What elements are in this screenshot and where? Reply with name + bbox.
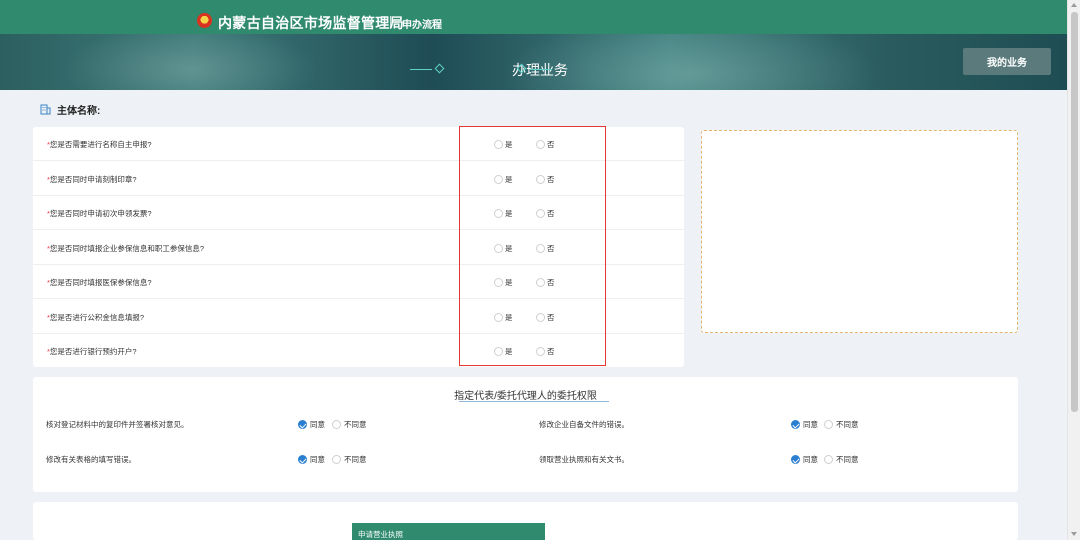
agree-label: 同意	[803, 455, 818, 464]
apply-license-tab[interactable]: 申请营业执照	[352, 523, 545, 540]
radio-disagree[interactable]	[824, 420, 833, 429]
agree-label: 同意	[310, 420, 325, 429]
agree-label: 同意	[310, 455, 325, 464]
scroll-up-icon[interactable]	[1071, 3, 1077, 7]
subject-name-label: 主体名称:	[57, 106, 101, 117]
nav-link-process[interactable]: 申办流程	[402, 16, 442, 31]
scroll-down-icon[interactable]	[1071, 532, 1077, 536]
banner: 办理业务	[0, 34, 1080, 90]
question-text: *您是否需要进行名称自主申报?	[47, 140, 152, 149]
question-text: *您是否同时填报企业参保信息和职工参保信息?	[47, 243, 205, 253]
scrollbar-thumb[interactable]	[1071, 12, 1078, 412]
authorization-panel: 指定代表/委托代理人的委托权限 核对登记材料中的复印件并签署核对意见。 同意 不…	[33, 377, 1018, 492]
radio-agree-checked[interactable]	[791, 455, 800, 464]
radio-agree-checked[interactable]	[298, 455, 307, 464]
authorization-title: 指定代表/委托代理人的委托权限	[454, 391, 597, 402]
banner-line-right	[530, 69, 552, 70]
disagree-label: 不同意	[836, 420, 859, 429]
question-text: *您是否同时申请初次申领发票?	[47, 209, 152, 218]
question-text: *您是否同时填报医保参保信息?	[47, 278, 152, 287]
highlight-box	[459, 126, 606, 366]
radio-agree-checked[interactable]	[298, 420, 307, 429]
page-scrollbar[interactable]	[1067, 0, 1080, 540]
question-text: *您是否同时申请刻制印章?	[47, 174, 137, 184]
header-divider	[390, 16, 391, 27]
authorization-item-text: 领取营业执照和有关文书。	[539, 455, 629, 464]
radio-disagree[interactable]	[824, 455, 833, 464]
subject-name-row: 主体名称:	[40, 102, 100, 117]
radio-agree-checked[interactable]	[791, 420, 800, 429]
page-title: 办理业务	[512, 62, 568, 78]
question-text: *您是否进行公积金信息填报?	[47, 312, 145, 322]
authorization-title-underline	[459, 401, 609, 402]
disagree-label: 不同意	[344, 420, 367, 429]
site-title: 内蒙古自治区市场监督管理局	[218, 15, 404, 31]
top-header: 内蒙古自治区市场监督管理局 申办流程	[0, 0, 1080, 34]
radio-disagree[interactable]	[332, 420, 341, 429]
disagree-label: 不同意	[344, 455, 367, 464]
side-info-panel	[701, 130, 1018, 333]
radio-disagree[interactable]	[332, 455, 341, 464]
authorization-item-text: 修改企业自备文件的错误。	[539, 420, 629, 429]
authorization-item-text: 修改有关表格的填写错误。	[46, 455, 136, 464]
my-business-button[interactable]: 我的业务	[963, 48, 1051, 75]
building-icon	[40, 104, 51, 115]
disagree-label: 不同意	[836, 455, 859, 464]
agree-label: 同意	[803, 420, 818, 429]
authorization-item-text: 核对登记材料中的复印件并签署核对意见。	[46, 420, 189, 429]
question-text: *您是否进行银行预约开户?	[47, 347, 137, 356]
national-emblem-icon	[197, 13, 212, 28]
